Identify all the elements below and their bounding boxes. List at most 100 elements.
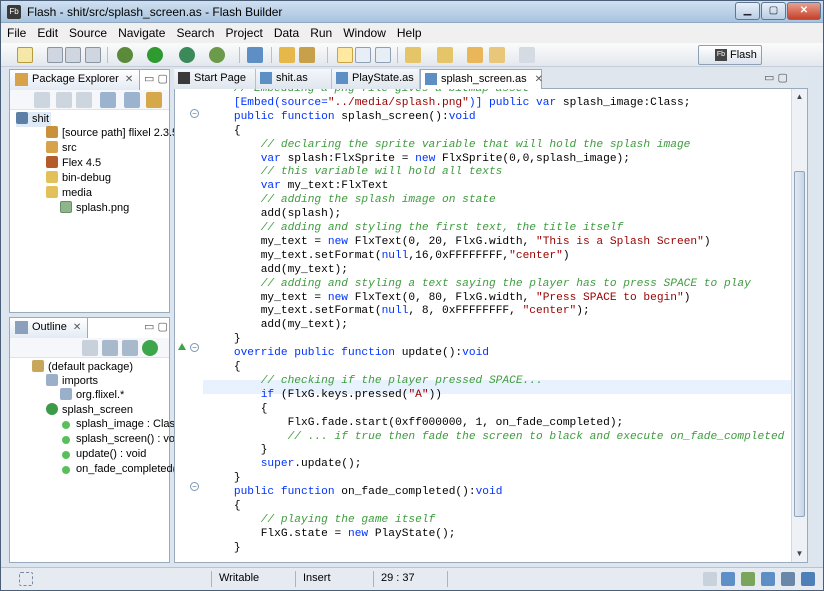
outline-item-imports[interactable]: imports	[46, 374, 98, 389]
menu-data[interactable]: Data	[268, 23, 304, 40]
back-icon[interactable]	[489, 47, 505, 63]
next-annotation-icon[interactable]	[405, 47, 421, 63]
fold-toggle-icon[interactable]: −	[190, 343, 199, 352]
tree-item-bin-debug[interactable]: bin-debug	[46, 171, 111, 186]
network-monitor-icon[interactable]	[761, 572, 775, 586]
code-token: [Embed(source=	[207, 96, 328, 109]
menu-file[interactable]: File	[1, 23, 31, 40]
menu-navigate[interactable]: Navigate	[112, 23, 170, 40]
main-toolbar: Fb Flash	[1, 43, 823, 67]
tab-playstate-as[interactable]: PlayState.as	[332, 69, 420, 89]
vertical-scrollbar[interactable]: ▲ ▼	[791, 89, 807, 562]
outline-item-field[interactable]: splash_image : Class	[62, 418, 181, 433]
close-icon[interactable]: ✕	[535, 74, 543, 85]
code-token: new	[327, 291, 355, 304]
up-icon[interactable]	[76, 92, 92, 108]
hide-fields-icon[interactable]	[82, 340, 98, 356]
menu-edit[interactable]: Edit	[31, 23, 63, 40]
outline-item-constructor[interactable]: splash_screen() : void	[62, 433, 184, 448]
flash-perspective-button[interactable]: Fb Flash	[698, 45, 762, 65]
external-tools-icon[interactable]	[209, 47, 225, 63]
code-line: public function splash_screen():void	[207, 110, 476, 124]
close-icon[interactable]: ✕	[73, 322, 81, 333]
code-token: public var	[489, 96, 563, 109]
block-selection-icon[interactable]	[375, 47, 391, 63]
tab-shit-as[interactable]: shit.as	[256, 69, 332, 89]
mark-occurrences-icon[interactable]	[337, 47, 353, 63]
tree-item-source-path[interactable]: [source path] flixel 2.3.5	[46, 126, 178, 141]
search-icon[interactable]	[299, 47, 315, 63]
menu-run[interactable]: Run	[304, 23, 337, 40]
code-token: FlxG.fade.start(0xff000000, 1, on_fade_c…	[207, 416, 624, 429]
test-run-icon[interactable]	[801, 572, 815, 586]
close-icon[interactable]: ✕	[125, 74, 133, 85]
maximize-button[interactable]: ▢	[761, 2, 786, 20]
scrollbar-thumb[interactable]	[794, 171, 805, 517]
menu-project[interactable]: Project	[219, 23, 267, 40]
editor-window-controls[interactable]: ▭ ▢	[764, 71, 788, 84]
save-all-icon[interactable]	[65, 47, 81, 63]
filter-icon[interactable]	[146, 92, 162, 108]
menu-help[interactable]: Help	[391, 23, 427, 40]
print-icon[interactable]	[85, 47, 101, 63]
previous-annotation-icon[interactable]	[437, 47, 453, 63]
menu-search[interactable]: Search	[170, 23, 219, 40]
debug-icon[interactable]	[117, 47, 133, 63]
outline-item-import[interactable]: org.flixel.*	[60, 388, 124, 403]
code-line: FlxG.fade.start(0xff000000, 1, on_fade_c…	[207, 416, 624, 430]
run-icon[interactable]	[147, 47, 163, 63]
code-token: var	[260, 180, 288, 193]
outline-item-class[interactable]: splash_screen	[46, 403, 133, 418]
tab-splash-screen-as[interactable]: splash_screen.as ✕	[420, 69, 543, 90]
tab-outline[interactable]: Outline ✕	[10, 318, 89, 338]
tab-start-page[interactable]: Start Page	[174, 69, 256, 89]
package-explorer-panel: Package Explorer ✕ ▭ ▢ shit [source path]…	[9, 69, 178, 313]
fold-toggle-icon[interactable]: −	[190, 109, 199, 118]
fast-view-icon[interactable]	[19, 572, 33, 586]
minimize-button[interactable]: ▁	[735, 2, 760, 20]
console-icon[interactable]	[741, 572, 755, 586]
new-icon[interactable]	[17, 47, 33, 63]
last-edit-location-icon[interactable]	[467, 47, 483, 63]
tasks-icon[interactable]	[781, 572, 795, 586]
code-token: "This is a Splash Screen"	[536, 235, 704, 248]
save-icon[interactable]	[47, 47, 63, 63]
panel-window-controls[interactable]: ▭ ▢	[144, 72, 168, 85]
code-line: my_text.setFormat(null, 8, 0xFFFFFFFF, "…	[207, 304, 590, 318]
tree-item-splash-png[interactable]: splash.png	[60, 201, 129, 216]
profile-icon[interactable]	[179, 47, 195, 63]
fold-toggle-icon[interactable]: −	[190, 482, 199, 491]
tree-item-flex-sdk[interactable]: Flex 4.5	[46, 156, 101, 171]
tree-item-media[interactable]: media	[46, 186, 92, 201]
outline-item-update[interactable]: update() : void	[62, 448, 146, 463]
panel-window-controls[interactable]: ▭ ▢	[144, 320, 168, 333]
code-token: , 8, 0xFFFFFFFF,	[408, 305, 523, 318]
tree-item-src[interactable]: src	[46, 141, 77, 156]
minimize-views-icon[interactable]	[703, 572, 717, 586]
show-whitespace-icon[interactable]	[355, 47, 371, 63]
sort-icon[interactable]	[102, 340, 118, 356]
open-type-icon[interactable]	[279, 47, 295, 63]
scroll-up-icon[interactable]: ▲	[792, 89, 807, 105]
forward-icon[interactable]	[519, 47, 535, 63]
hide-nonpublic-icon[interactable]	[142, 340, 158, 356]
outline-item-package[interactable]: (default package)	[32, 360, 133, 375]
collapse-all-icon[interactable]	[100, 92, 116, 108]
problems-icon[interactable]	[721, 572, 735, 586]
export-release-icon[interactable]	[247, 47, 263, 63]
back-icon[interactable]	[34, 92, 50, 108]
link-with-editor-icon[interactable]	[124, 92, 140, 108]
forward-icon[interactable]	[56, 92, 72, 108]
outline-item-on-fade-completed[interactable]: on_fade_completed()	[62, 463, 180, 478]
code-token: "../media/splash.png"	[327, 96, 469, 109]
scroll-down-icon[interactable]: ▼	[792, 546, 807, 562]
hide-static-icon[interactable]	[122, 340, 138, 356]
code-token: "center"	[509, 249, 563, 262]
code-editor[interactable]: − − − // Embedding a png file gives a bi…	[174, 89, 808, 563]
menu-source[interactable]: Source	[63, 23, 112, 40]
close-button[interactable]: ✕	[787, 2, 821, 20]
tree-item-project[interactable]: shit	[16, 112, 52, 127]
menu-window[interactable]: Window	[337, 23, 391, 40]
tab-package-explorer[interactable]: Package Explorer ✕	[10, 70, 141, 90]
